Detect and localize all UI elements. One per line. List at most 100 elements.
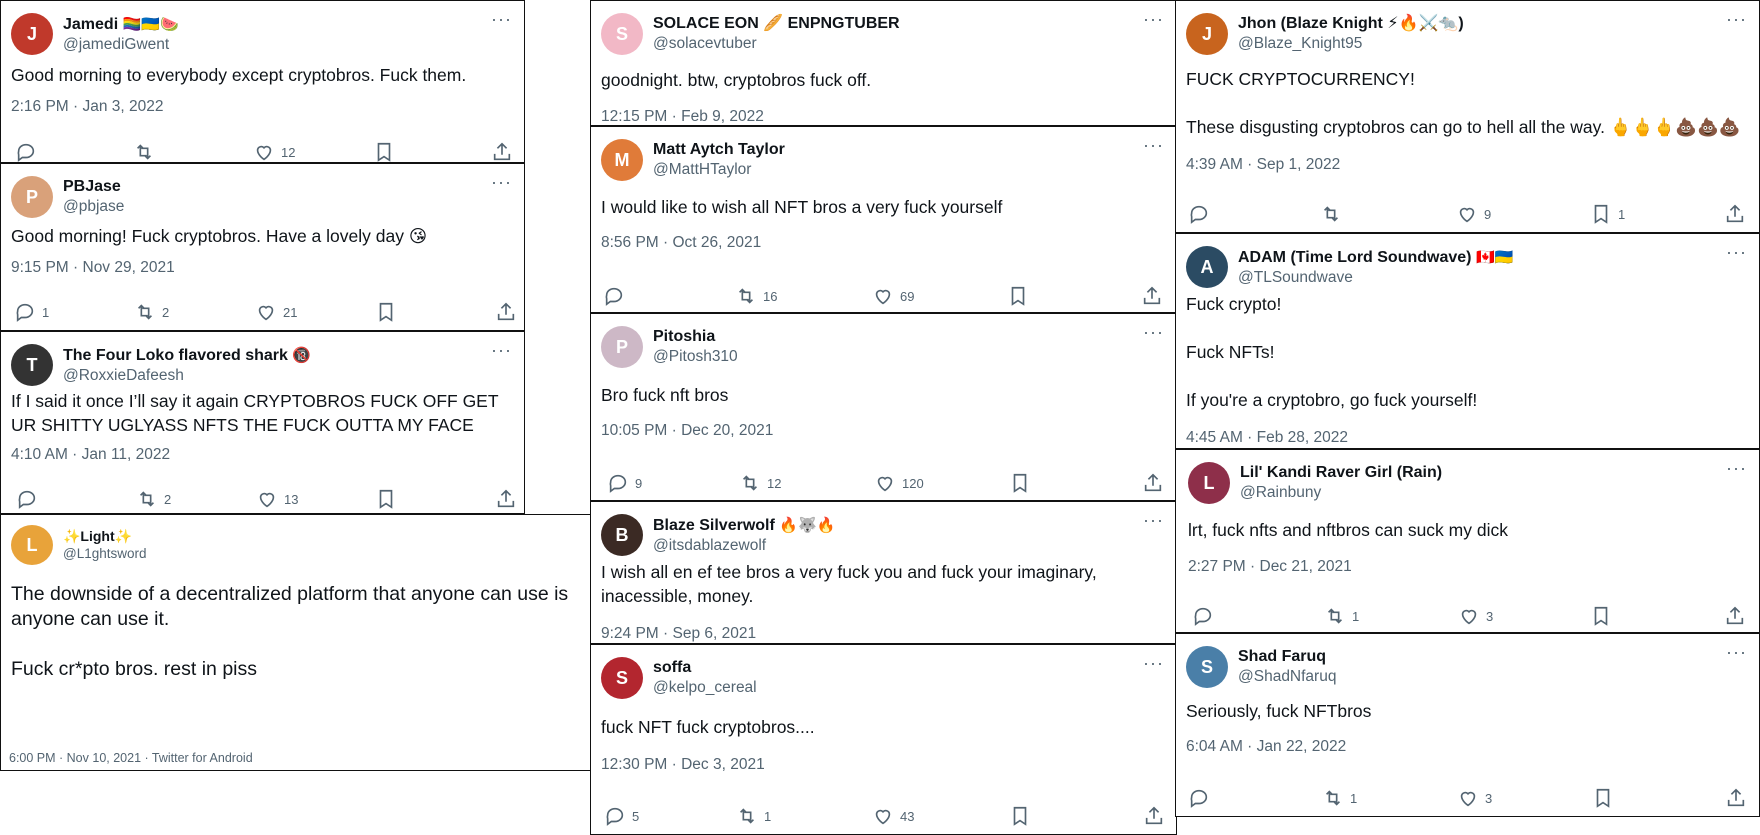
avatar[interactable]: L [11, 525, 53, 565]
handle[interactable]: @L1ghtsword [63, 545, 147, 563]
tweet-timestamp[interactable]: 2:27 PM · Dec 21, 2021 [1188, 558, 1352, 576]
avatar[interactable]: P [601, 326, 643, 368]
tweet-timestamp[interactable]: 9:24 PM · Sep 6, 2021 [601, 625, 756, 643]
avatar[interactable]: S [601, 13, 643, 55]
handle[interactable]: @pbjase [63, 197, 124, 217]
share-button[interactable] [491, 141, 513, 162]
more-icon[interactable]: ··· [1726, 242, 1747, 263]
avatar[interactable]: J [1186, 13, 1228, 55]
tweet-timestamp[interactable]: 4:45 AM · Feb 28, 2022 [1186, 429, 1348, 447]
bookmark-button[interactable] [373, 141, 401, 162]
avatar[interactable]: S [601, 657, 643, 699]
share-button[interactable] [1143, 805, 1165, 827]
share-button[interactable] [1725, 787, 1747, 809]
avatar[interactable]: S [1186, 646, 1228, 688]
bookmark-button[interactable] [1009, 472, 1037, 494]
handle[interactable]: @kelpo_cereal [653, 678, 757, 698]
retweet-button[interactable] [1320, 203, 1348, 225]
display-name[interactable]: SOLACE EON 🥖 ENPNGTUBER [653, 15, 900, 32]
retweet-button[interactable]: 12 [739, 472, 781, 494]
reply-button[interactable]: 9 [607, 472, 642, 494]
handle[interactable]: @ShadNfaruq [1238, 667, 1336, 687]
like-button[interactable]: 3 [1458, 605, 1493, 627]
retweet-button[interactable]: 16 [735, 285, 777, 307]
reply-button[interactable] [1188, 203, 1216, 225]
share-button[interactable] [1141, 285, 1163, 307]
display-name[interactable]: ADAM (Time Lord Soundwave) [1238, 249, 1472, 266]
like-button[interactable]: 21 [255, 301, 297, 323]
bookmark-button[interactable] [375, 301, 403, 323]
tweet-timestamp[interactable]: 8:56 PM · Oct 26, 2021 [601, 234, 761, 252]
avatar[interactable]: P [11, 176, 53, 218]
display-name[interactable]: Blaze Silverwolf [653, 517, 775, 534]
tweet-timestamp[interactable]: 10:05 PM · Dec 20, 2021 [601, 422, 773, 440]
more-icon[interactable]: ··· [1726, 458, 1747, 479]
bookmark-button[interactable] [1592, 787, 1620, 809]
like-button[interactable]: 3 [1457, 787, 1492, 809]
more-icon[interactable]: ··· [1143, 322, 1164, 343]
bookmark-button[interactable] [1009, 805, 1037, 827]
more-icon[interactable]: ··· [1726, 9, 1747, 30]
reply-button[interactable]: 5 [604, 805, 639, 827]
tweet-timestamp[interactable]: 12:30 PM · Dec 3, 2021 [601, 756, 765, 774]
reply-button[interactable] [1188, 787, 1216, 809]
display-name[interactable]: ✨Light✨ [63, 528, 132, 544]
avatar[interactable]: A [1186, 246, 1228, 288]
bookmark-button[interactable]: 1 [1590, 203, 1625, 225]
tweet-timestamp[interactable]: 2:16 PM · Jan 3, 2022 [11, 98, 164, 116]
avatar[interactable]: J [11, 13, 53, 55]
handle[interactable]: @itsdablazewolf [653, 536, 835, 556]
avatar[interactable]: B [601, 514, 643, 556]
bookmark-button[interactable] [375, 488, 403, 510]
handle[interactable]: @jamediGwent [63, 35, 179, 55]
display-name[interactable]: Pitoshia [653, 328, 715, 345]
like-button[interactable]: 12 [253, 141, 295, 162]
more-icon[interactable]: ··· [1726, 642, 1747, 663]
tweet-timestamp[interactable]: 12:15 PM · Feb 9, 2022 [601, 108, 764, 125]
bookmark-button[interactable] [1590, 605, 1618, 627]
display-name[interactable]: Lil' Kandi Raver Girl (Rain) [1240, 464, 1442, 481]
retweet-button[interactable]: 1 [1322, 787, 1357, 809]
reply-button[interactable] [603, 285, 631, 307]
reply-button[interactable] [16, 488, 44, 510]
tweet-timestamp[interactable]: 4:39 AM · Sep 1, 2022 [1186, 156, 1340, 174]
bookmark-button[interactable] [1007, 285, 1035, 307]
avatar[interactable]: M [601, 139, 643, 181]
more-icon[interactable]: ··· [1143, 9, 1164, 30]
reply-button[interactable]: 1 [14, 301, 49, 323]
display-name[interactable]: The Four Loko flavored shark [63, 347, 288, 364]
share-button[interactable] [1724, 203, 1746, 225]
handle[interactable]: @Rainbuny [1240, 483, 1442, 503]
avatar[interactable]: L [1188, 462, 1230, 504]
handle[interactable]: @RoxxieDafeesh [63, 366, 311, 386]
like-button[interactable]: 69 [872, 285, 914, 307]
share-button[interactable] [495, 488, 517, 510]
share-button[interactable] [1724, 605, 1746, 627]
like-button[interactable]: 120 [874, 472, 924, 494]
tweet-timestamp[interactable]: 9:15 PM · Nov 29, 2021 [11, 259, 175, 277]
display-name[interactable]: Jamedi [63, 16, 118, 33]
tweet-timestamp[interactable]: 6:00 PM · Nov 10, 2021 · Twitter for And… [9, 751, 253, 765]
display-name[interactable]: soffa [653, 659, 691, 676]
tweet-timestamp[interactable]: 6:04 AM · Jan 22, 2022 [1186, 738, 1346, 756]
handle[interactable]: @Blaze_Knight95 [1238, 34, 1464, 54]
more-icon[interactable]: ··· [491, 340, 512, 361]
like-button[interactable]: 13 [256, 488, 298, 510]
share-button[interactable] [495, 301, 517, 323]
handle[interactable]: @TLSoundwave [1238, 268, 1513, 288]
reply-button[interactable] [15, 141, 43, 162]
handle[interactable]: @MattHTaylor [653, 160, 785, 180]
retweet-button[interactable]: 1 [736, 805, 771, 827]
more-icon[interactable]: ··· [1143, 653, 1164, 674]
retweet-button[interactable]: 2 [134, 301, 169, 323]
more-icon[interactable]: ··· [491, 172, 512, 193]
handle[interactable]: @Pitosh310 [653, 347, 738, 367]
more-icon[interactable]: ··· [1143, 135, 1164, 156]
share-button[interactable] [1142, 472, 1164, 494]
display-name[interactable]: PBJase [63, 178, 121, 195]
more-icon[interactable]: ··· [1143, 510, 1164, 531]
retweet-button[interactable] [133, 141, 161, 162]
handle[interactable]: @solacevtuber [653, 34, 900, 54]
avatar[interactable]: T [11, 344, 53, 386]
like-button[interactable]: 9 [1456, 203, 1491, 225]
